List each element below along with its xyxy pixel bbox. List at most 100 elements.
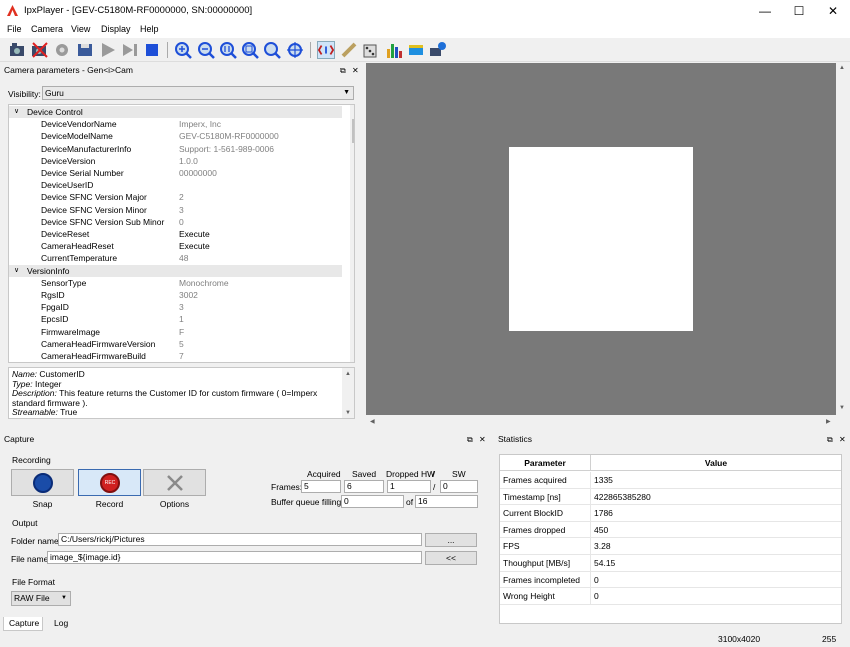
scrollbar-thumb[interactable]: [352, 119, 354, 143]
lightbulb-icon[interactable]: [340, 41, 358, 59]
scroll-up-icon[interactable]: ▲: [345, 370, 351, 380]
parameter-column-header[interactable]: Parameter: [500, 455, 591, 471]
param-value[interactable]: 48: [179, 252, 188, 264]
maximize-button[interactable]: ☐: [782, 0, 816, 22]
record-button[interactable]: REC: [78, 469, 141, 496]
tree-row[interactable]: CurrentTemperature 48: [9, 252, 342, 264]
tree-row[interactable]: DeviceVersion 1.0.0: [9, 155, 342, 167]
param-value[interactable]: 7: [179, 350, 184, 362]
tree-scrollbar[interactable]: ▲ ▼: [350, 105, 354, 362]
image-viewer[interactable]: [366, 63, 836, 415]
menu-help[interactable]: Help: [140, 24, 159, 34]
scroll-right-icon[interactable]: ▶: [826, 418, 831, 425]
tab-log[interactable]: Log: [54, 618, 68, 628]
param-value[interactable]: GEV-C5180M-RF0000000: [179, 130, 279, 142]
minimize-button[interactable]: —: [748, 0, 782, 22]
tree-row[interactable]: Device SFNC Version Major 2: [9, 191, 342, 203]
color-bar-icon[interactable]: [407, 41, 425, 59]
param-value[interactable]: 00000000: [179, 167, 217, 179]
zoom-fit-icon[interactable]: [241, 41, 259, 59]
undock-icon[interactable]: ⧉: [340, 64, 346, 78]
panel-close-icon[interactable]: ✕: [352, 64, 359, 78]
tree-row[interactable]: CameraHeadReset Execute: [9, 240, 342, 252]
settings-gear-icon[interactable]: [53, 41, 71, 59]
scroll-up-icon[interactable]: ▲: [839, 65, 845, 71]
step-icon[interactable]: [121, 41, 139, 59]
collapse-icon[interactable]: ∨: [14, 265, 19, 277]
camera-close-icon[interactable]: [31, 41, 49, 59]
tab-capture[interactable]: Capture: [9, 618, 39, 628]
play-icon[interactable]: [99, 41, 117, 59]
tree-row[interactable]: RgsID 3002: [9, 289, 342, 301]
file-format-select[interactable]: RAW File ▼: [11, 591, 71, 606]
close-button[interactable]: ✕: [816, 0, 850, 22]
save-config-icon[interactable]: [76, 41, 94, 59]
viewer-horizontal-scrollbar[interactable]: ◀ ▶: [366, 415, 836, 427]
tree-row[interactable]: Device SFNC Version Minor 3: [9, 204, 342, 216]
param-value[interactable]: 3: [179, 204, 184, 216]
zoom-center-icon[interactable]: [286, 41, 304, 59]
visibility-select[interactable]: Guru ▼: [42, 86, 354, 100]
frames-saved-field[interactable]: 6: [344, 480, 384, 493]
stop-icon[interactable]: [143, 41, 161, 59]
folder-name-input[interactable]: C:/Users/rickj/Pictures: [58, 533, 422, 546]
scroll-down-icon[interactable]: ▼: [839, 405, 845, 411]
frames-sw-field[interactable]: 0: [440, 480, 478, 493]
tree-row[interactable]: EpcsID 1: [9, 313, 342, 325]
camera-open-icon[interactable]: [9, 41, 27, 59]
insert-tag-button[interactable]: <<: [425, 551, 477, 565]
zoom-region-icon[interactable]: [263, 41, 281, 59]
network-camera-icon[interactable]: [429, 41, 447, 59]
param-value[interactable]: 3: [179, 301, 184, 313]
tree-row[interactable]: DeviceUserID: [9, 179, 342, 191]
param-value[interactable]: F: [179, 326, 184, 338]
param-value[interactable]: 1: [179, 313, 184, 325]
menu-display[interactable]: Display: [101, 24, 131, 34]
menu-file[interactable]: File: [7, 24, 22, 34]
zoom-out-icon[interactable]: [197, 41, 215, 59]
tree-row[interactable]: SensorType Monochrome: [9, 277, 342, 289]
undock-icon[interactable]: ⧉: [827, 433, 833, 447]
tree-category[interactable]: ∨ Device Control: [9, 106, 342, 118]
param-value[interactable]: 0: [179, 216, 184, 228]
scroll-down-icon[interactable]: ▼: [353, 353, 354, 359]
tree-row[interactable]: FpgaID 3: [9, 301, 342, 313]
menu-view[interactable]: View: [71, 24, 90, 34]
tree-row[interactable]: DeviceModelName GEV-C5180M-RF0000000: [9, 130, 342, 142]
param-value[interactable]: 3002: [179, 289, 198, 301]
viewer-vertical-scrollbar[interactable]: ▲ ▼: [836, 63, 848, 415]
frames-acquired-field[interactable]: 5: [301, 480, 341, 493]
tree-row[interactable]: FirmwareImage F: [9, 326, 342, 338]
dice-icon[interactable]: [362, 41, 380, 59]
histogram-icon[interactable]: [385, 41, 403, 59]
zoom-1to1-icon[interactable]: [219, 41, 237, 59]
undock-icon[interactable]: ⧉: [467, 433, 473, 447]
panel-close-icon[interactable]: ✕: [839, 433, 846, 447]
param-value[interactable]: Execute: [179, 240, 210, 252]
options-button[interactable]: [143, 469, 206, 496]
param-value[interactable]: 5: [179, 338, 184, 350]
scroll-left-icon[interactable]: ◀: [370, 418, 375, 425]
tree-row[interactable]: Device SFNC Version Sub Minor 0: [9, 216, 342, 228]
tree-row[interactable]: CameraHeadFirmwareVersion 5: [9, 338, 342, 350]
snap-button[interactable]: [11, 469, 74, 496]
value-column-header[interactable]: Value: [591, 455, 841, 471]
scroll-down-icon[interactable]: ▼: [345, 409, 351, 418]
tree-row[interactable]: DeviceManufacturerInfo Support: 1-561-989…: [9, 143, 342, 155]
tree-row[interactable]: Device Serial Number 00000000: [9, 167, 342, 179]
scroll-up-icon[interactable]: ▲: [353, 107, 354, 113]
tree-row[interactable]: CameraHeadFirmwareBuild 7: [9, 350, 342, 362]
panel-close-icon[interactable]: ✕: [479, 433, 486, 447]
menu-camera[interactable]: Camera: [31, 24, 63, 34]
tree-category[interactable]: ∨ VersionInfo: [9, 264, 342, 277]
param-value[interactable]: Monochrome: [179, 277, 229, 289]
zoom-in-icon[interactable]: [174, 41, 192, 59]
param-value[interactable]: 1.0.0: [179, 155, 198, 167]
buffer-total-field[interactable]: 16: [415, 495, 478, 508]
genicam-icon[interactable]: [317, 41, 335, 59]
collapse-icon[interactable]: ∨: [14, 106, 19, 118]
param-value[interactable]: 2: [179, 191, 184, 203]
buffer-queue-field[interactable]: 0: [341, 495, 404, 508]
param-value[interactable]: Support: 1-561-989-0006: [179, 143, 274, 155]
param-value[interactable]: Execute: [179, 228, 210, 240]
